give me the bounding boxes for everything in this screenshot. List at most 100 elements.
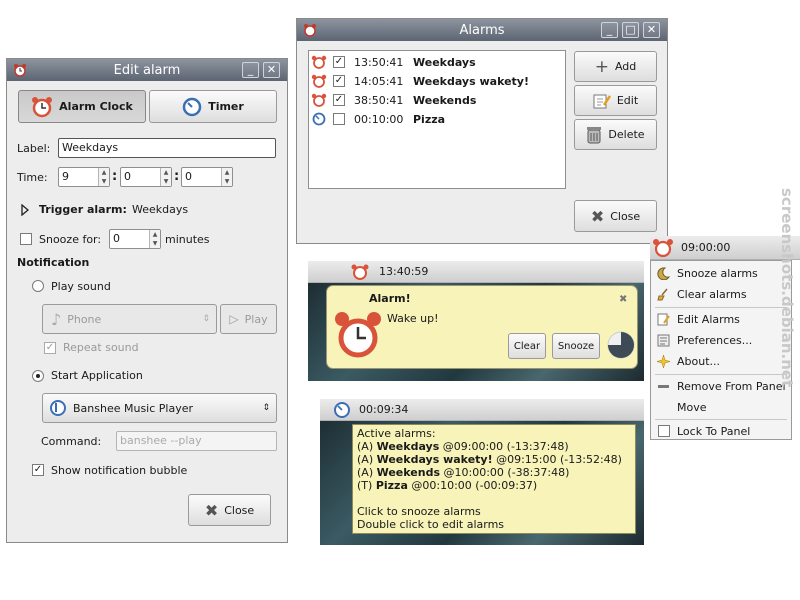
- maximize-button[interactable]: □: [622, 22, 639, 38]
- enabled-checkbox[interactable]: ✓: [333, 94, 345, 106]
- alarm-time: 00:10:00: [354, 113, 404, 126]
- timer-icon[interactable]: [333, 401, 351, 419]
- menu-item-snooze-alarms[interactable]: Snooze alarms: [651, 263, 791, 283]
- alarm-name: Weekends: [376, 466, 441, 479]
- menu-item-clear-alarms[interactable]: Clear alarms: [651, 284, 791, 304]
- play-label: Play: [244, 312, 268, 326]
- edit-alarm-titlebar[interactable]: Edit alarm _ ✕: [7, 59, 287, 81]
- alarms-window: Alarms _ □ ✕ ✓ 13:50:41 Weekdays ✓ 14:05…: [296, 18, 668, 244]
- menu-item-label: Move: [677, 400, 707, 414]
- clear-button[interactable]: Clear: [508, 333, 546, 359]
- add-button[interactable]: + Add: [574, 51, 657, 82]
- application-select-value: Banshee Music Player: [73, 401, 194, 415]
- combo-arrows-icon: ⇕: [262, 403, 270, 413]
- alarm-type: (A): [357, 466, 377, 479]
- menu-item-about[interactable]: About...: [651, 351, 791, 371]
- hour-spinner[interactable]: 9 ▲ ▼: [58, 167, 110, 187]
- minimize-button[interactable]: _: [601, 22, 618, 38]
- close-label: Close: [224, 503, 255, 517]
- enabled-checkbox[interactable]: [333, 113, 345, 125]
- enabled-checkbox[interactable]: ✓: [333, 75, 345, 87]
- snooze-unit: minutes: [165, 233, 210, 246]
- close-window-button[interactable]: ✕: [263, 62, 280, 78]
- preferences-icon: [657, 334, 670, 347]
- application-select[interactable]: Banshee Music Player ⇕: [42, 393, 277, 423]
- alarm-time: 38:50:41: [354, 94, 404, 107]
- label-input[interactable]: Weekdays: [58, 138, 276, 158]
- list-item[interactable]: ✓ 13:50:41 Weekdays: [309, 53, 565, 71]
- menu-item-lock-to-panel[interactable]: Lock To Panel: [651, 421, 791, 441]
- play-sound-radio[interactable]: [32, 280, 44, 292]
- menu-item-edit-alarms[interactable]: Edit Alarms: [651, 309, 791, 329]
- alarm-clock-icon[interactable]: [652, 238, 674, 258]
- tooltip-heading: Active alarms:: [357, 427, 436, 440]
- close-icon[interactable]: ✖: [619, 294, 627, 305]
- alarm-clock-icon: [335, 312, 381, 358]
- alarm-list[interactable]: ✓ 13:50:41 Weekdays ✓ 14:05:41 Weekdays …: [308, 50, 566, 189]
- command-input[interactable]: banshee --play: [116, 431, 277, 451]
- watermark: screenshots.debian.net: [778, 188, 796, 387]
- start-application-label: Start Application: [51, 369, 143, 382]
- sound-select[interactable]: ♪ Phone ⇕: [42, 304, 217, 334]
- trigger-expander[interactable]: Trigger alarm: Weekdays: [19, 202, 269, 218]
- window-title: Edit alarm: [113, 62, 181, 78]
- list-item[interactable]: ✓ 38:50:41 Weekends: [309, 91, 565, 109]
- close-button[interactable]: ✖ Close: [188, 494, 271, 526]
- top-panel: 00:09:34: [320, 399, 644, 421]
- delete-button[interactable]: Delete: [574, 119, 657, 150]
- menu-item-remove-from-panel[interactable]: Remove From Panel: [651, 376, 791, 396]
- tab-timer[interactable]: Timer: [149, 90, 277, 123]
- play-button[interactable]: ▷ Play: [220, 304, 277, 334]
- alarm-name: Pizza: [375, 479, 408, 492]
- bubble-label: Show notification bubble: [51, 464, 188, 477]
- spin-arrows-icon[interactable]: ▲ ▼: [221, 168, 232, 186]
- snooze-spinner[interactable]: 0 ▲ ▼: [109, 229, 161, 249]
- snooze-checkbox[interactable]: [20, 233, 32, 245]
- alarm-name: Weekdays: [413, 56, 476, 69]
- alarm-time: 13:50:41: [354, 56, 404, 69]
- alarm-clock-icon[interactable]: [350, 263, 370, 281]
- enabled-checkbox[interactable]: ✓: [333, 56, 345, 68]
- minimize-button[interactable]: _: [242, 62, 259, 78]
- applet-time: 09:00:00: [681, 241, 731, 254]
- menu-item-preferences[interactable]: Preferences...: [651, 330, 791, 350]
- list-item[interactable]: ✓ 14:05:41 Weekdays wakety!: [309, 72, 565, 90]
- alarms-titlebar[interactable]: Alarms _ □ ✕: [297, 19, 667, 41]
- countdown-pie-icon: [607, 331, 635, 359]
- close-window-button[interactable]: ✕: [643, 22, 660, 38]
- alarm-type: (T): [357, 479, 376, 492]
- bubble-checkbox[interactable]: ✓: [32, 464, 44, 476]
- expander-arrow-icon: [21, 204, 29, 216]
- tooltip-line: (A) Weekdays wakety! @09:15:00 (-13:52:4…: [357, 453, 631, 466]
- alarm-name: Weekdays wakety!: [376, 453, 493, 466]
- edit-button[interactable]: Edit: [574, 85, 657, 116]
- tooltip-line: (T) Pizza @00:10:00 (-00:09:37): [357, 479, 631, 492]
- trigger-caption: Trigger alarm:: [39, 203, 127, 216]
- tooltip-line: (A) Weekdays @09:00:00 (-13:37:48): [357, 440, 631, 453]
- menu-item-label: Clear alarms: [677, 287, 747, 301]
- alarm-clock-icon: [304, 24, 316, 37]
- repeat-checkbox[interactable]: ✓: [44, 342, 56, 354]
- menu-item-label: Edit Alarms: [677, 312, 740, 326]
- menu-item-move[interactable]: Move: [651, 397, 791, 417]
- timer-icon: [182, 97, 202, 116]
- spin-arrows-icon[interactable]: ▲ ▼: [149, 230, 160, 248]
- snooze-button[interactable]: Snooze: [552, 333, 600, 359]
- lock-checkbox[interactable]: [658, 425, 670, 437]
- spin-arrows-icon[interactable]: ▲ ▼: [98, 168, 109, 186]
- list-item[interactable]: 00:10:00 Pizza: [309, 110, 565, 128]
- tab-alarm-clock[interactable]: Alarm Clock: [18, 90, 146, 123]
- minute-spinner[interactable]: 0 ▲ ▼: [120, 167, 172, 187]
- alarm-schedule: @00:10:00 (-00:09:37): [407, 479, 538, 492]
- snooze-label: Snooze: [557, 340, 595, 352]
- applet-time: 13:40:59: [379, 265, 429, 278]
- close-button[interactable]: ✖ Close: [574, 200, 657, 232]
- menu-separator: [655, 419, 787, 420]
- second-spinner[interactable]: 0 ▲ ▼: [181, 167, 233, 187]
- edit-alarm-window: Edit alarm _ ✕ Alarm Clock Timer Label: …: [6, 58, 288, 543]
- notification-bubble[interactable]: Alarm! Wake up! ✖ Clear Snooze: [326, 285, 638, 369]
- alarm-clock-icon: [311, 55, 327, 69]
- start-application-radio[interactable]: [32, 370, 44, 382]
- spin-arrows-icon[interactable]: ▲ ▼: [160, 168, 171, 186]
- alarm-type: (A): [357, 440, 377, 453]
